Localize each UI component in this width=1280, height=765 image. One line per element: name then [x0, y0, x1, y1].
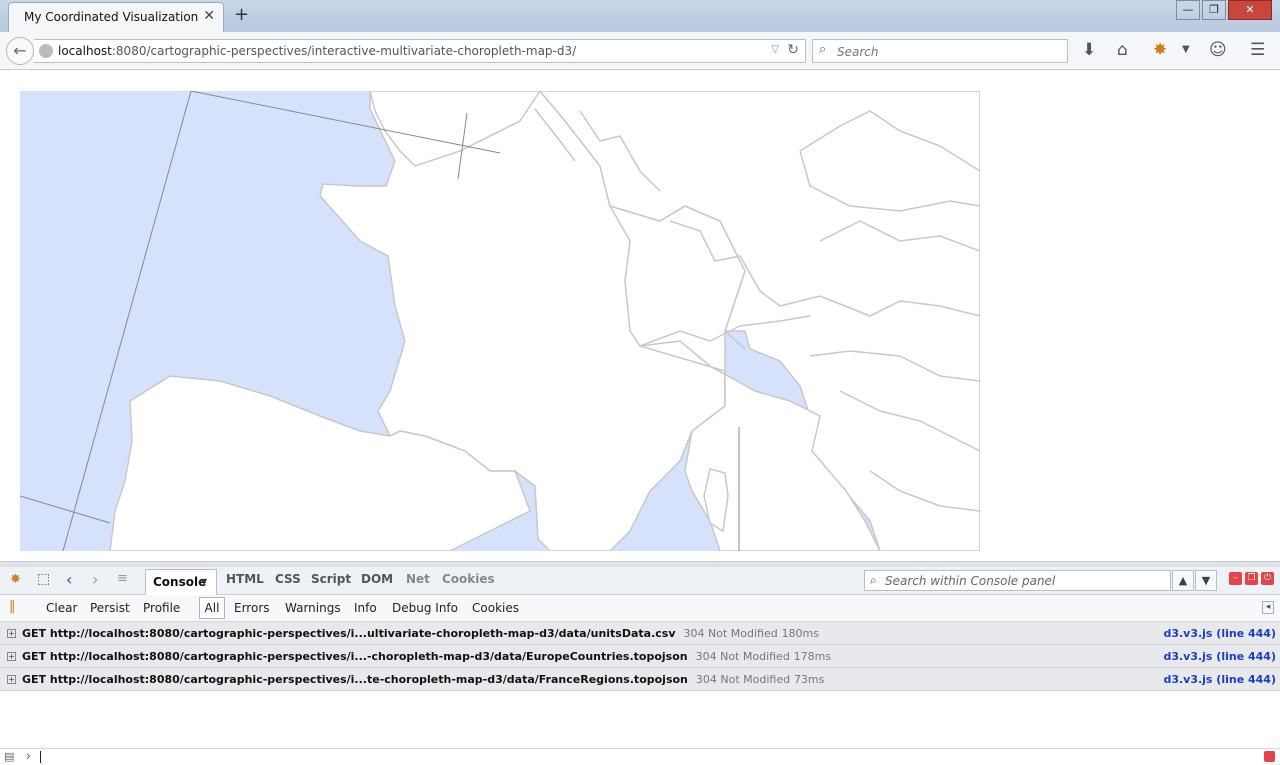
- filter-debug-info-button[interactable]: Debug Info: [392, 601, 458, 615]
- new-tab-button[interactable]: +: [234, 4, 249, 25]
- firebug-minimize-icon[interactable]: –: [1229, 572, 1242, 585]
- firebug-menu-dropdown-icon[interactable]: ▼: [1182, 44, 1190, 55]
- log-url: http://localhost:8080/cartographic-persp…: [49, 673, 688, 686]
- forward-arrow-icon[interactable]: ›: [92, 570, 98, 589]
- navigation-bar: ← localhost:8080/cartographic-perspectiv…: [0, 32, 1280, 70]
- tab-css[interactable]: CSS: [275, 572, 301, 586]
- log-source-link[interactable]: d3.v3.js (line 444): [1163, 673, 1276, 686]
- prompt-icon: ›: [26, 749, 31, 763]
- log-method: GET: [22, 673, 47, 686]
- tab-html[interactable]: HTML: [226, 572, 264, 586]
- firebug-close-icon[interactable]: ⏻: [1261, 572, 1274, 585]
- log-source-link[interactable]: d3.v3.js (line 444): [1163, 650, 1276, 663]
- choropleth-map[interactable]: [20, 91, 980, 551]
- tab-console-label: Console: [153, 575, 207, 589]
- console-search-placeholder: Search within Console panel: [885, 574, 1056, 588]
- log-method: GET: [22, 650, 47, 663]
- chat-icon[interactable]: ☺: [1209, 40, 1227, 60]
- console-search-input[interactable]: ⌕ Search within Console panel: [864, 570, 1171, 591]
- expand-command-editor-icon[interactable]: [1264, 751, 1275, 762]
- log-message: GET http://localhost:8080/cartographic-p…: [22, 627, 819, 640]
- inspect-element-icon[interactable]: ⬚: [37, 571, 50, 587]
- filter-all-button[interactable]: All: [199, 597, 225, 619]
- tab-net[interactable]: Net: [406, 572, 430, 586]
- back-arrow-icon[interactable]: ‹: [66, 570, 72, 589]
- expand-icon[interactable]: +: [7, 675, 16, 684]
- url-history-dropdown-icon[interactable]: ▽: [771, 44, 779, 55]
- reload-icon[interactable]: ↻: [787, 42, 799, 58]
- clear-button[interactable]: Clear: [46, 601, 77, 615]
- download-icon[interactable]: ⬇: [1082, 40, 1096, 60]
- url-host: localhost: [58, 44, 112, 58]
- menu-icon[interactable]: ☰: [1250, 40, 1265, 60]
- filter-info-button[interactable]: Info: [354, 601, 377, 615]
- tab-close-icon[interactable]: ✕: [203, 8, 215, 24]
- command-line[interactable]: ▤ ›: [0, 748, 1280, 765]
- tab-dom[interactable]: DOM: [361, 572, 393, 586]
- search-bar[interactable]: ⌕ Search: [812, 39, 1068, 63]
- profile-button[interactable]: Profile: [143, 601, 180, 615]
- log-message: GET http://localhost:8080/cartographic-p…: [22, 673, 824, 686]
- filter-warnings-button[interactable]: Warnings: [285, 601, 341, 615]
- filter-cookies-button[interactable]: Cookies: [472, 601, 519, 615]
- text-cursor: [40, 751, 41, 763]
- tab-script[interactable]: Script: [311, 572, 351, 586]
- log-method: GET: [22, 627, 47, 640]
- search-next-button[interactable]: ▼: [1195, 570, 1217, 591]
- title-bar: My Coordinated Visualization ✕ + — ❐ ✕: [0, 0, 1280, 32]
- log-time: 180ms: [781, 627, 820, 640]
- log-time: 73ms: [793, 673, 825, 686]
- window-close-button[interactable]: ✕: [1228, 0, 1272, 20]
- firebug-toolbar: ✸ ⬚ ‹ › ≡ Console ▼ HTML CSS Script DOM …: [0, 567, 1280, 595]
- home-icon[interactable]: ⌂: [1117, 40, 1128, 60]
- globe-icon: [39, 44, 53, 58]
- log-time: 178ms: [793, 650, 832, 663]
- restore-button[interactable]: ❐: [1202, 0, 1226, 20]
- firebug-icon[interactable]: ✸: [1153, 40, 1167, 60]
- back-button[interactable]: ←: [6, 37, 34, 65]
- log-row[interactable]: + GET http://localhost:8080/cartographic…: [0, 668, 1280, 691]
- console-filter-bar: ‖ Clear Persist Profile All Errors Warni…: [0, 595, 1280, 622]
- log-status: 304 Not Modified: [695, 673, 791, 686]
- minimize-button[interactable]: —: [1176, 0, 1200, 20]
- firebug-detach-icon[interactable]: ❐: [1245, 572, 1258, 585]
- browser-tab[interactable]: My Coordinated Visualization ✕: [8, 2, 224, 32]
- search-icon: ⌕: [819, 42, 827, 57]
- url-path: :8080/cartographic-perspectives/interact…: [111, 44, 577, 58]
- tab-console[interactable]: Console ▼: [145, 569, 217, 595]
- log-url: http://localhost:8080/cartographic-persp…: [49, 627, 676, 640]
- persist-button[interactable]: Persist: [90, 601, 130, 615]
- log-row[interactable]: + GET http://localhost:8080/cartographic…: [0, 645, 1280, 668]
- log-row[interactable]: + GET http://localhost:8080/cartographic…: [0, 622, 1280, 645]
- search-previous-button[interactable]: ▲: [1172, 570, 1194, 591]
- firebug-logo-icon[interactable]: ✸: [10, 572, 21, 587]
- log-status: 304 Not Modified: [695, 650, 790, 663]
- log-message: GET http://localhost:8080/cartographic-p…: [22, 650, 831, 663]
- tab-cookies[interactable]: Cookies: [442, 572, 495, 586]
- collapse-panel-icon[interactable]: ◂: [1262, 601, 1274, 614]
- console-dropdown-icon[interactable]: ▼: [201, 577, 207, 586]
- log-url: http://localhost:8080/cartographic-persp…: [49, 650, 688, 663]
- expand-icon[interactable]: +: [7, 629, 16, 638]
- search-icon: ⌕: [870, 573, 877, 587]
- url-text: localhost:8080/cartographic-perspectives…: [58, 44, 576, 58]
- log-status: 304 Not Modified: [683, 627, 778, 640]
- log-source-link[interactable]: d3.v3.js (line 444): [1163, 627, 1276, 640]
- expand-icon[interactable]: +: [7, 652, 16, 661]
- search-placeholder: Search: [837, 45, 879, 59]
- tab-title: My Coordinated Visualization: [24, 10, 199, 24]
- command-editor-icon[interactable]: ≡: [117, 571, 128, 586]
- filter-errors-button[interactable]: Errors: [234, 601, 270, 615]
- url-bar[interactable]: localhost:8080/cartographic-perspectives…: [34, 39, 806, 63]
- break-on-error-icon[interactable]: ‖: [9, 599, 16, 614]
- command-history-icon[interactable]: ▤: [4, 750, 14, 763]
